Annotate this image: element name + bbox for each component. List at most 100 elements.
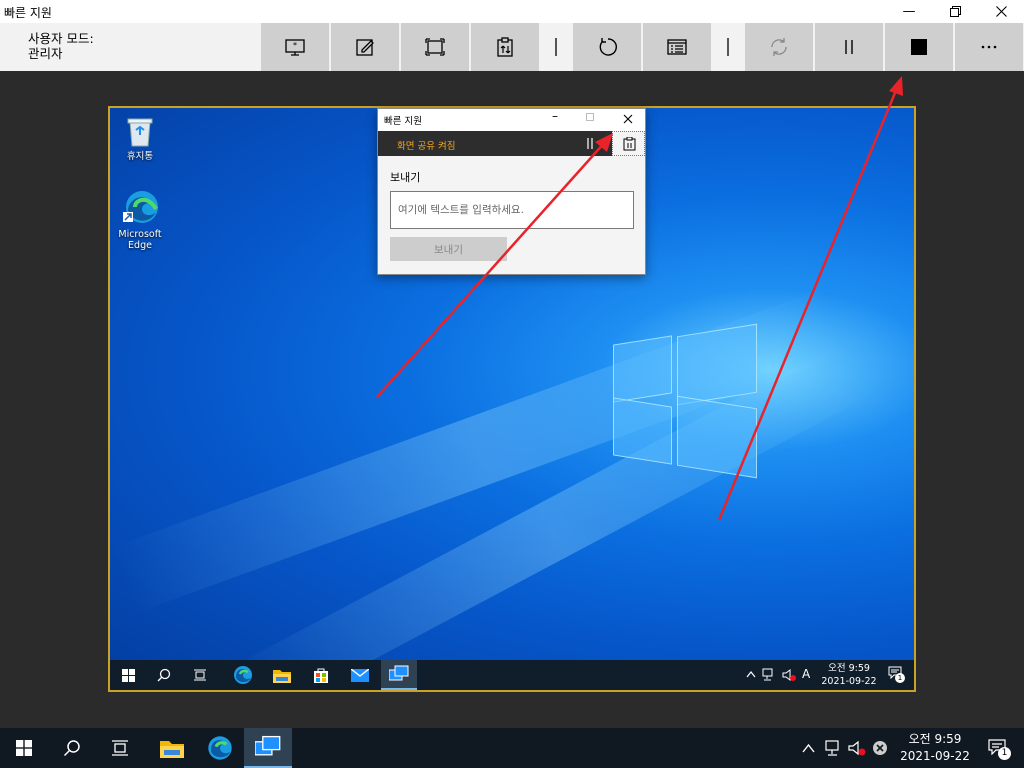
svg-text:*: * xyxy=(293,41,297,50)
time: 오전 9:59 xyxy=(908,732,962,746)
reconnect-icon xyxy=(771,38,787,56)
remote-search-button[interactable] xyxy=(146,660,182,690)
notification-button[interactable]: 1 xyxy=(988,739,1011,760)
edge-taskbar-button[interactable] xyxy=(196,728,244,768)
windows-logo-pane xyxy=(613,397,672,465)
pause-sharing-icon[interactable] xyxy=(586,138,594,149)
search-icon xyxy=(63,740,80,757)
send-button[interactable]: 보내기 xyxy=(390,237,507,261)
close-button[interactable] xyxy=(978,0,1024,23)
annotate-icon xyxy=(356,39,374,56)
toolbar-separator-2 xyxy=(713,23,743,71)
error-status-icon[interactable] xyxy=(872,740,888,756)
windows-start-icon xyxy=(121,668,135,682)
remote-store[interactable] xyxy=(303,660,339,690)
notification-badge: 1 xyxy=(895,673,905,683)
message-input[interactable] xyxy=(390,191,634,229)
restore-icon xyxy=(949,6,961,17)
select-monitor-button[interactable]: * xyxy=(261,23,329,71)
actual-size-button[interactable] xyxy=(401,23,469,71)
clock[interactable]: 오전 9:59 2021-09-22 xyxy=(894,731,976,765)
search-button[interactable] xyxy=(48,728,96,768)
folder-icon xyxy=(273,669,291,683)
close-icon xyxy=(995,6,1007,17)
remote-mail[interactable] xyxy=(342,660,378,690)
toolbar: 사용자 모드: 관리자 * xyxy=(0,23,1024,71)
pause-button[interactable] xyxy=(815,23,883,71)
ime-indicator[interactable]: A xyxy=(802,667,810,681)
remote-clock[interactable]: 오전 9:59 2021-09-22 xyxy=(814,662,884,688)
remote-file-explorer[interactable] xyxy=(264,660,300,690)
task-view-button[interactable] xyxy=(96,728,144,768)
toolbar-separator xyxy=(541,23,571,71)
remote-quick-assist-taskbar[interactable] xyxy=(381,660,417,690)
network-icon[interactable] xyxy=(762,668,776,681)
mail-icon xyxy=(351,668,369,682)
quick-assist-dialog: 빠른 지원 – 화면 공유 켜짐 보내기 보내기 xyxy=(377,108,646,275)
user-mode-value: 관리자 xyxy=(28,46,63,61)
more-button[interactable] xyxy=(955,23,1023,71)
task-view-icon xyxy=(194,669,206,681)
task-view-icon xyxy=(112,740,128,756)
desktop-icon-recycle-bin[interactable]: 휴지통 xyxy=(110,114,170,162)
reconnect-button[interactable] xyxy=(745,23,813,71)
remote-task-view-button[interactable] xyxy=(182,660,218,690)
select-monitor-icon: * xyxy=(285,39,305,56)
pause-icon xyxy=(845,40,853,54)
task-manager-icon xyxy=(667,39,687,55)
minimize-button[interactable]: — xyxy=(886,0,932,23)
edge-icon xyxy=(234,666,252,684)
edge-icon xyxy=(208,736,232,760)
desktop-icon-label: Microsoft Edge xyxy=(118,229,162,251)
user-mode-label: 사용자 모드: xyxy=(28,31,94,46)
sharing-status-text: 화면 공유 켜짐 xyxy=(397,141,456,152)
quick-assist-icon xyxy=(389,665,409,681)
restart-icon xyxy=(599,38,617,56)
title-bar: 빠른 지원 — xyxy=(0,0,1024,23)
dialog-minimize-icon[interactable]: – xyxy=(552,109,558,123)
windows-logo-pane xyxy=(677,323,757,406)
remote-notification-button[interactable]: 1 xyxy=(888,666,905,683)
end-icon xyxy=(911,39,927,55)
instruction-channel-button[interactable] xyxy=(471,23,539,71)
network-icon[interactable] xyxy=(825,740,843,756)
instruction-channel-dialog-button[interactable] xyxy=(612,131,645,156)
quick-assist-taskbar-button[interactable] xyxy=(244,728,292,768)
chevron-up-icon[interactable] xyxy=(802,743,815,753)
windows-logo-pane xyxy=(677,395,757,479)
file-explorer-button[interactable] xyxy=(148,728,196,768)
sharing-status-bar: 화면 공유 켜짐 xyxy=(378,131,645,156)
annotate-button[interactable] xyxy=(331,23,399,71)
remote-taskbar: A 오전 9:59 2021-09-22 1 xyxy=(110,660,914,690)
speaker-muted-icon[interactable] xyxy=(782,668,796,682)
actual-size-icon xyxy=(425,38,445,56)
instruction-channel-icon xyxy=(497,37,513,57)
dialog-title-bar: 빠른 지원 – xyxy=(378,109,645,131)
edge-icon xyxy=(123,191,158,223)
dialog-close-icon[interactable] xyxy=(623,114,633,124)
date: 2021-09-22 xyxy=(900,749,970,763)
restart-button[interactable] xyxy=(573,23,641,71)
more-icon xyxy=(981,45,997,49)
remote-edge-taskbar[interactable] xyxy=(225,660,261,690)
chevron-up-icon[interactable] xyxy=(746,670,756,678)
instruction-channel-icon xyxy=(623,137,636,151)
speaker-muted-icon[interactable] xyxy=(848,740,866,757)
dialog-title: 빠른 지원 xyxy=(384,116,422,127)
minimize-icon: — xyxy=(902,4,916,19)
desktop-icon-label: 휴지통 xyxy=(126,151,154,162)
taskbar: 오전 9:59 2021-09-22 1 xyxy=(0,728,1024,768)
end-button[interactable] xyxy=(885,23,953,71)
folder-icon xyxy=(160,740,184,758)
recycle-bin-icon xyxy=(127,118,153,147)
task-manager-button[interactable] xyxy=(643,23,711,71)
desktop-icon-edge[interactable]: Microsoft Edge xyxy=(110,188,170,251)
notification-badge: 1 xyxy=(998,747,1011,760)
windows-logo-pane xyxy=(613,335,672,403)
restore-button[interactable] xyxy=(932,0,978,23)
remote-time: 오전 9:59 xyxy=(828,663,870,674)
start-button[interactable] xyxy=(0,728,48,768)
separator-icon xyxy=(727,38,729,56)
remote-start-button[interactable] xyxy=(110,660,146,690)
separator-icon xyxy=(555,38,557,56)
